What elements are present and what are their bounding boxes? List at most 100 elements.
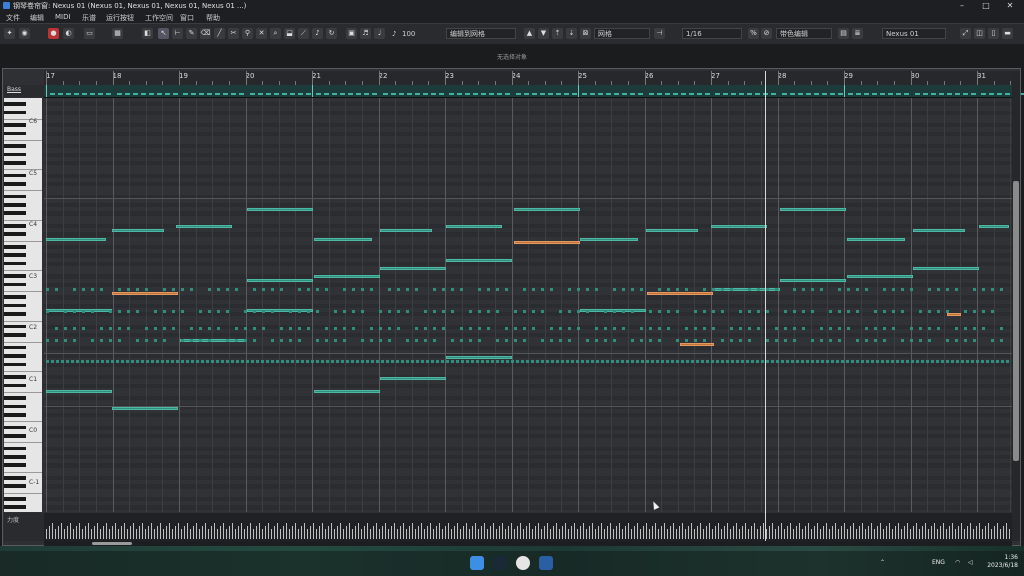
midi-note[interactable] bbox=[646, 229, 698, 232]
velocity-bar[interactable] bbox=[742, 526, 743, 539]
midi-note[interactable] bbox=[928, 339, 931, 342]
midi-note[interactable] bbox=[521, 360, 524, 363]
velocity-bar[interactable] bbox=[367, 523, 368, 539]
midi-note[interactable] bbox=[649, 339, 652, 342]
midi-note[interactable] bbox=[217, 288, 220, 291]
midi-note[interactable] bbox=[426, 360, 429, 363]
velocity-bar[interactable] bbox=[433, 529, 434, 539]
midi-note[interactable] bbox=[397, 310, 400, 313]
midi-note[interactable] bbox=[298, 310, 301, 313]
velocity-bar[interactable] bbox=[955, 529, 956, 539]
midi-note[interactable] bbox=[361, 288, 364, 291]
velocity-bar[interactable] bbox=[721, 529, 722, 539]
chord-event[interactable] bbox=[648, 93, 654, 95]
midi-note[interactable] bbox=[478, 327, 481, 330]
chord-event[interactable] bbox=[265, 93, 271, 95]
midi-note[interactable] bbox=[163, 310, 166, 313]
midi-note[interactable] bbox=[307, 288, 310, 291]
velocity-bar[interactable] bbox=[475, 523, 476, 539]
chord-event[interactable] bbox=[497, 93, 502, 95]
midi-note[interactable] bbox=[658, 310, 661, 313]
black-key[interactable] bbox=[4, 333, 26, 337]
midi-note[interactable] bbox=[172, 327, 175, 330]
glue-tool-icon[interactable]: ⚲ bbox=[242, 28, 253, 39]
chord-event[interactable] bbox=[664, 93, 670, 95]
velocity-bar[interactable] bbox=[847, 529, 848, 539]
midi-note[interactable] bbox=[701, 360, 704, 363]
midi-note[interactable] bbox=[261, 360, 264, 363]
velocity-bar[interactable] bbox=[514, 529, 515, 539]
chord-event[interactable] bbox=[997, 93, 1002, 95]
midi-note[interactable] bbox=[874, 339, 877, 342]
velocity-bar[interactable] bbox=[694, 529, 695, 539]
midi-note[interactable] bbox=[691, 360, 694, 363]
velocity-bar[interactable] bbox=[337, 526, 338, 539]
velocity-bar[interactable] bbox=[103, 526, 104, 539]
velocity-bar[interactable] bbox=[502, 523, 503, 539]
velocity-bar[interactable] bbox=[931, 526, 932, 539]
velocity-bar[interactable] bbox=[937, 529, 938, 539]
velocity-bar[interactable] bbox=[958, 526, 959, 539]
velocity-bar[interactable] bbox=[763, 523, 764, 539]
chord-event[interactable] bbox=[281, 93, 287, 95]
midi-note[interactable] bbox=[686, 360, 689, 363]
black-key[interactable] bbox=[4, 245, 26, 249]
midi-note[interactable] bbox=[883, 339, 886, 342]
midi-note[interactable] bbox=[186, 360, 189, 363]
midi-note[interactable] bbox=[289, 339, 292, 342]
midi-note[interactable] bbox=[658, 288, 661, 291]
edit-in-place-icon[interactable]: ▣ bbox=[346, 28, 357, 39]
volume-icon[interactable]: ◁ bbox=[968, 559, 973, 566]
chord-event[interactable] bbox=[90, 93, 95, 95]
midi-note[interactable] bbox=[784, 339, 787, 342]
chord-event[interactable] bbox=[888, 93, 893, 95]
chord-event[interactable] bbox=[257, 93, 263, 95]
velocity-bar[interactable] bbox=[325, 529, 326, 539]
midi-note[interactable] bbox=[334, 310, 337, 313]
quantize-icon[interactable]: ⊣ bbox=[654, 28, 665, 39]
velocity-bar[interactable] bbox=[946, 529, 947, 539]
velocity-bar[interactable] bbox=[283, 526, 284, 539]
midi-note[interactable] bbox=[127, 288, 130, 291]
step-select[interactable]: 带色编辑 bbox=[776, 28, 832, 39]
chord-event[interactable] bbox=[82, 93, 87, 95]
lane-label[interactable]: Bass bbox=[4, 85, 44, 97]
velocity-bar[interactable] bbox=[370, 529, 371, 539]
velocity-bar[interactable] bbox=[883, 529, 884, 539]
midi-note[interactable] bbox=[76, 360, 79, 363]
chord-event[interactable] bbox=[132, 93, 138, 95]
velocity-bar[interactable] bbox=[886, 526, 887, 539]
velocity-bar[interactable] bbox=[178, 523, 179, 539]
midi-note[interactable] bbox=[190, 327, 193, 330]
chord-event[interactable] bbox=[523, 93, 529, 95]
velocity-bar[interactable] bbox=[691, 523, 692, 539]
midi-note[interactable] bbox=[424, 327, 427, 330]
velocity-bar[interactable] bbox=[1000, 529, 1001, 539]
midi-note[interactable] bbox=[694, 339, 697, 342]
chord-event[interactable] bbox=[805, 93, 811, 95]
velocity-bar[interactable] bbox=[667, 529, 668, 539]
midi-note[interactable] bbox=[505, 339, 508, 342]
velocity-bar[interactable] bbox=[220, 526, 221, 539]
black-key[interactable] bbox=[4, 484, 26, 488]
midi-note[interactable] bbox=[919, 339, 922, 342]
chord-event[interactable] bbox=[914, 93, 920, 95]
midi-note[interactable] bbox=[343, 327, 346, 330]
velocity-bar[interactable] bbox=[757, 529, 758, 539]
chord-event[interactable] bbox=[356, 93, 361, 95]
midi-note[interactable] bbox=[541, 288, 544, 291]
velocity-bar[interactable] bbox=[631, 529, 632, 539]
velocity-bar[interactable] bbox=[232, 523, 233, 539]
velocity-bar[interactable] bbox=[568, 529, 569, 539]
velocity-bar[interactable] bbox=[832, 526, 833, 539]
velocity-bar[interactable] bbox=[766, 529, 767, 539]
midi-note[interactable] bbox=[487, 288, 490, 291]
velocity-bar[interactable] bbox=[316, 529, 317, 539]
velocity-bar[interactable] bbox=[703, 529, 704, 539]
velocity-bar[interactable] bbox=[133, 523, 134, 539]
velocity-bar[interactable] bbox=[154, 529, 155, 539]
midi-note[interactable] bbox=[658, 339, 661, 342]
menu-file[interactable]: 文件 bbox=[6, 13, 20, 23]
velocity-bar[interactable] bbox=[496, 529, 497, 539]
velocity-bar[interactable] bbox=[277, 523, 278, 539]
